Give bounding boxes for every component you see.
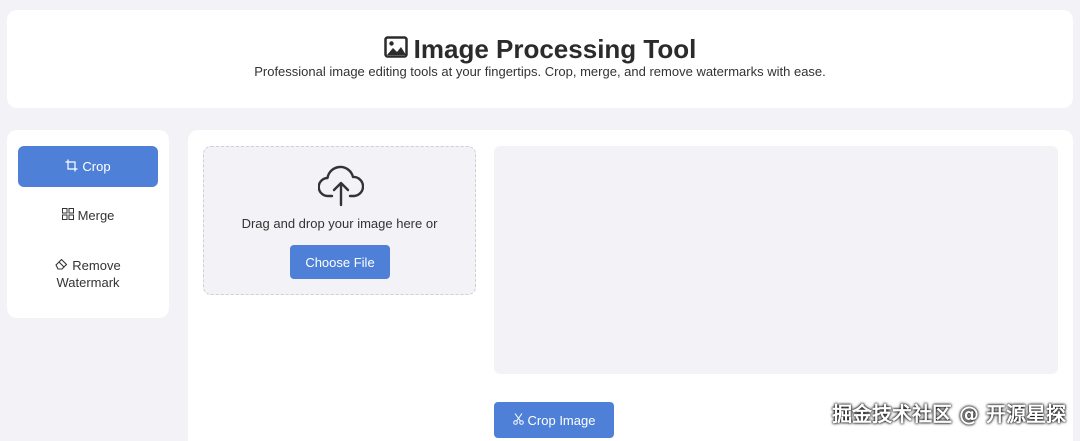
crop-icon xyxy=(65,159,78,175)
dropzone-text: Drag and drop your image here or xyxy=(241,216,438,231)
sidebar-item-label-line2: Watermark xyxy=(56,275,120,290)
page-subtitle: Professional image editing tools at your… xyxy=(254,64,826,79)
page-title-text: Image Processing Tool xyxy=(413,34,697,64)
sidebar-item-label: Merge xyxy=(77,207,115,223)
site-watermark: 掘金技术社区 @ 开源星探 xyxy=(832,402,1066,426)
page-title: Image Processing Tool xyxy=(7,34,1073,65)
image-preview-area xyxy=(494,146,1058,374)
sidebar-item-crop[interactable]: Crop xyxy=(18,146,158,187)
choose-file-button[interactable]: Choose File xyxy=(290,245,390,279)
crop-button-label: Crop Image xyxy=(527,412,596,428)
upload-dropzone[interactable]: Drag and drop your image here or Choose … xyxy=(203,146,476,295)
scissors-icon xyxy=(512,412,524,428)
sidebar: Crop Merge Remove Watermark xyxy=(7,130,169,318)
sidebar-item-label: Crop xyxy=(82,159,111,174)
eraser-icon xyxy=(55,258,68,273)
main-panel: Drag and drop your image here or Choose … xyxy=(188,130,1073,441)
sidebar-item-merge[interactable]: Merge xyxy=(18,200,158,230)
image-icon xyxy=(383,34,408,65)
crop-image-button[interactable]: Crop Image xyxy=(494,402,614,438)
grid-icon xyxy=(61,207,74,223)
app-header: Image Processing Tool Professional image… xyxy=(7,10,1073,108)
sidebar-item-remove-watermark[interactable]: Remove Watermark xyxy=(18,252,158,296)
cloud-upload-icon xyxy=(317,165,365,212)
sidebar-item-label: Remove xyxy=(72,258,121,273)
